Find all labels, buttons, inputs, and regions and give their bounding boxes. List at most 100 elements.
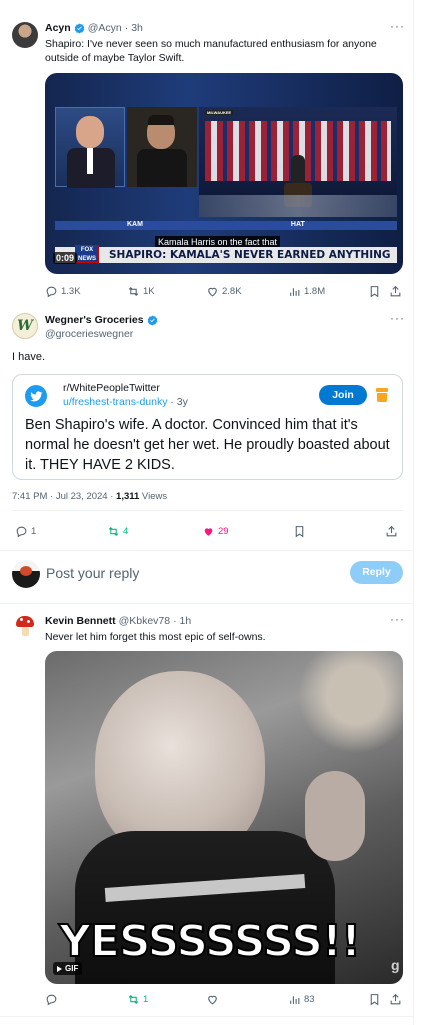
tweet1-repost-count: 1K: [143, 286, 155, 297]
tweet2-reply-button[interactable]: 1: [15, 525, 36, 538]
tweet2-timestamp[interactable]: 7:41 PM · Jul 23, 2024 ·: [12, 491, 116, 502]
reddit-logo-icon: [25, 385, 47, 407]
video-host-panel: [55, 107, 125, 188]
bookmark-icon: [295, 526, 304, 538]
tweet2-share-button[interactable]: [385, 525, 398, 538]
reddit-join-button[interactable]: Join: [319, 385, 367, 405]
gif-background-figure: [285, 651, 403, 761]
tweet3-more-icon[interactable]: ···: [390, 612, 405, 626]
share-icon: [390, 993, 401, 1005]
reddit-username[interactable]: u/freshest-trans-dunky: [63, 396, 167, 408]
tweet2-like-count: 29: [218, 526, 229, 537]
views-chart-icon: [290, 288, 300, 296]
tweet2-more-icon[interactable]: ···: [390, 311, 405, 325]
reply-icon: [16, 526, 27, 538]
wegners-avatar[interactable]: W: [12, 313, 38, 339]
tweet1-share-button[interactable]: [389, 285, 402, 298]
gif-badge-label: GIF: [65, 964, 79, 973]
tweet1-repost-button[interactable]: 1K: [127, 285, 155, 298]
tweet1-views-button[interactable]: 1.8M: [288, 285, 325, 298]
tweet3-like-button[interactable]: [206, 993, 222, 1006]
video-chyron-top: KAM HAT: [55, 221, 397, 230]
tweet2-views-label: Views: [139, 491, 168, 502]
repost-icon: [108, 526, 119, 537]
share-icon: [386, 525, 397, 537]
tweet1-views-count: 1.8M: [304, 286, 326, 297]
bookmark-icon: [370, 286, 379, 298]
tweet1-time[interactable]: 3h: [131, 22, 143, 34]
video-network-logo: FOX NEWS: [75, 245, 99, 263]
play-icon: [57, 965, 62, 972]
kevin-avatar[interactable]: [12, 613, 38, 639]
gif-badge[interactable]: GIF: [53, 962, 83, 975]
acyn-avatar[interactable]: [12, 22, 38, 48]
video-live-tag: MILWAUKEE: [205, 110, 234, 115]
tweet2-repost-button[interactable]: 4: [107, 525, 128, 538]
video-guest-panel: [127, 107, 197, 187]
reply-icon: [46, 286, 57, 298]
tweet3-share-button[interactable]: [389, 993, 402, 1006]
chyron-fragment-right: HAT: [290, 221, 305, 228]
reply-button[interactable]: Reply: [350, 561, 403, 584]
tweet2-meta: 7:41 PM · Jul 23, 2024 · 1,311 Views: [12, 491, 167, 502]
tweet2-handle[interactable]: @grocerieswegner: [45, 328, 133, 340]
tweet1-like-button[interactable]: 2.8K: [206, 285, 242, 298]
tweet1-text: Shapiro: I've never seen so much manufac…: [45, 38, 377, 64]
heart-icon: [208, 995, 217, 1005]
tweet1-video[interactable]: MILWAUKEE KAM HAT Kamala Harris on the f…: [45, 73, 403, 274]
tweet1-reply-count: 1.3K: [61, 286, 81, 297]
tweet2-views-count: 1,311: [116, 491, 140, 502]
tweet3-header: Kevin Bennett @Kbkev78 · 1h: [45, 615, 191, 627]
reddit-post-age: · 3y: [170, 396, 188, 408]
video-chyron-text: SHAPIRO: KAMALA'S NEVER EARNED ANYTHING: [109, 249, 391, 261]
timeline-column: Acyn @Acyn · 3h ··· Shapiro: I've never …: [0, 0, 414, 1025]
tweet3-handle[interactable]: @Kbkev78: [119, 615, 171, 627]
reddit-archive-icon[interactable]: [376, 388, 388, 402]
share-icon: [390, 285, 401, 297]
reddit-subreddit[interactable]: r/WhitePeopleTwitter: [63, 382, 160, 394]
tweet2-repost-count: 4: [123, 526, 129, 537]
tweet2-reply-count: 1: [31, 526, 37, 537]
tweet3-repost-count: 1: [143, 994, 149, 1005]
video-duration: 0:09: [53, 252, 78, 264]
heart-filled-icon: [204, 528, 213, 536]
bird-icon: [30, 391, 43, 402]
gif-hand: [305, 771, 365, 861]
tweet3-views-count: 83: [304, 994, 315, 1005]
tweet3-reply-button[interactable]: [45, 993, 61, 1006]
divider: [0, 603, 414, 604]
tweet3-author-name[interactable]: Kevin Bennett: [45, 615, 116, 627]
tweet3-gif[interactable]: YESSSSSSS!! GIF g: [45, 651, 403, 984]
tweet3-bookmark-button[interactable]: [368, 993, 381, 1006]
reddit-quote-card[interactable]: r/WhitePeopleTwitter u/freshest-trans-du…: [12, 374, 403, 480]
tweet1-like-count: 2.8K: [222, 286, 242, 297]
chyron-fragment-left: KAM: [127, 221, 143, 228]
tweet1-more-icon[interactable]: ···: [390, 19, 405, 33]
reddit-user-line: u/freshest-trans-dunky · 3y: [63, 396, 188, 408]
video-stage-panel: MILWAUKEE: [199, 107, 397, 217]
divider: [12, 510, 403, 511]
tweet3-text: Never let him forget this most epic of s…: [45, 631, 266, 643]
tweet1-dot: ·: [124, 22, 129, 34]
reply-input[interactable]: Post your reply: [46, 565, 139, 581]
tweet2-text: I have.: [12, 351, 46, 363]
tweet2-like-button[interactable]: 29: [202, 525, 229, 538]
tweet1-handle[interactable]: @Acyn: [88, 22, 122, 34]
tweet1-author-name[interactable]: Acyn: [45, 22, 71, 34]
views-chart-icon: [290, 996, 300, 1004]
bookmark-icon: [370, 994, 379, 1006]
tweet1-reply-button[interactable]: 1.3K: [45, 285, 81, 298]
tweet1-header: Acyn @Acyn · 3h: [45, 22, 143, 34]
verified-badge-icon: [74, 22, 84, 34]
tweet3-repost-button[interactable]: 1: [127, 993, 148, 1006]
heart-icon: [208, 287, 217, 297]
user-avatar[interactable]: [12, 560, 40, 588]
divider: [0, 1016, 414, 1017]
wegners-logo-icon: W: [17, 318, 33, 334]
gif-watermark: g: [391, 957, 400, 973]
tweet2-bookmark-button[interactable]: [293, 525, 306, 538]
tweet2-author-name[interactable]: Wegner's Groceries: [45, 314, 144, 326]
tweet3-time[interactable]: · 1h: [173, 615, 191, 627]
tweet1-bookmark-button[interactable]: [368, 285, 381, 298]
tweet3-views-button[interactable]: 83: [288, 993, 315, 1006]
